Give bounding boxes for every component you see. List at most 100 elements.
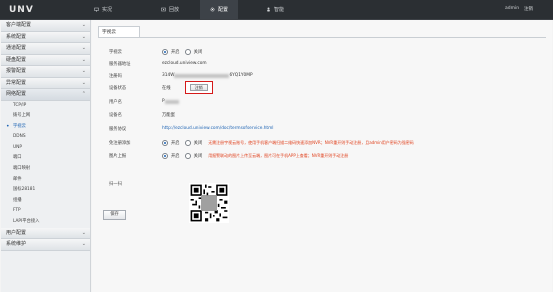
user-name: admin — [505, 6, 520, 11]
sidebar-group-client[interactable]: 客户端配置 ⌄ — [1, 20, 90, 32]
protocol-label: 服务协议 — [109, 126, 127, 132]
sidebar-group-label: 报警配置 — [6, 68, 27, 74]
nav-live[interactable]: 实况 — [94, 0, 112, 19]
chevron-down-icon: ⌄ — [81, 45, 86, 51]
nav-config[interactable]: 配置 — [200, 0, 239, 19]
user-label: 用户名 — [109, 99, 122, 105]
regcode-row: 注册码 314W 6YQ1Y0MP — [109, 71, 253, 80]
qr-code-image — [189, 183, 229, 223]
free-add-off-radio[interactable] — [184, 139, 191, 146]
regcode-prefix: 314W — [162, 73, 175, 78]
chevron-down-icon: ⌄ — [81, 229, 86, 236]
unregister-button[interactable]: 注销 — [189, 83, 208, 92]
image-upload-on-label: 开启 — [171, 153, 180, 159]
sidebar: 客户端配置 ⌄ 系统配置 ⌄ 通道配置 ⌄ 硬盘配置 ⌄ 报警配置 ⌄ 异常配置 ⌄ 网络配… — [1, 20, 91, 292]
regcode-blur — [174, 73, 230, 78]
server-label: 服务器地址 — [109, 61, 131, 67]
sidebar-item-ddns[interactable]: DDNS — [1, 132, 90, 143]
user-blur — [164, 99, 179, 104]
sidebar-item-lapi[interactable]: LAPI平台接入 — [1, 217, 90, 228]
sidebar-group-label: 通道配置 — [6, 45, 27, 51]
sidebar-item-tcpip[interactable]: TCP/IP — [1, 101, 90, 112]
protocol-link[interactable]: http://ezcloud.uniview.com/doc/termsofse… — [162, 126, 274, 131]
main-panel: 宇视云 宇视云 开启 关闭 服务器地址 ezcloud.uniview.com … — [92, 20, 552, 292]
chevron-down-icon: ⌄ — [81, 68, 86, 74]
cloud-on-radio[interactable] — [162, 48, 168, 55]
sidebar-item-cloud[interactable]: • 宇视云 — [1, 122, 90, 133]
sidebar-group-user[interactable]: 用户配置 ⌄ — [1, 227, 90, 240]
sidebar-item-multicast[interactable]: 组播 — [1, 196, 90, 207]
devname-row: 设备名 万能蛋 — [109, 110, 175, 119]
sidebar-item-ftp[interactable]: FTP — [1, 206, 90, 217]
save-button[interactable]: 保存 — [103, 210, 126, 220]
sidebar-group-label: 异常配置 — [6, 79, 27, 86]
server-row: 服务器地址 ezcloud.uniview.com — [109, 59, 207, 68]
sidebar-group-label: 客户端配置 — [6, 22, 32, 28]
nav-live-label: 实况 — [102, 7, 113, 13]
gear-icon — [210, 7, 215, 12]
cloud-toggle-row: 宇视云 开启 关闭 — [109, 47, 202, 56]
sidebar-group-system[interactable]: 系统配置 ⌄ — [1, 31, 90, 43]
sidebar-item-label: 宇视云 — [13, 123, 26, 129]
logout-link[interactable]: 注销 — [524, 6, 533, 12]
cloud-off-radio[interactable] — [184, 48, 191, 55]
sidebar-group-alarm[interactable]: 报警配置 ⌄ — [1, 66, 90, 78]
protocol-row: 服务协议 http://ezcloud.uniview.com/doc/term… — [109, 124, 274, 133]
unregister-highlight: 注销 — [184, 81, 213, 94]
playback-icon — [161, 7, 166, 12]
status-row: 设备状态 在线 注销 — [109, 81, 213, 94]
sidebar-item-gb28181[interactable]: 国标28181 — [1, 185, 90, 196]
status-value: 在线 — [162, 85, 171, 91]
image-upload-label: 图片上报 — [109, 153, 127, 159]
chevron-up-icon: ⌃ — [81, 91, 86, 97]
nav-smart-label: 智能 — [274, 7, 285, 13]
image-upload-off-radio[interactable] — [184, 152, 191, 159]
status-label: 设备状态 — [109, 85, 127, 91]
regcode-label: 注册码 — [109, 73, 122, 79]
free-add-note: 无需注册宇视云账号，使用手机客户端扫描二维码快速添加NVR；NVR重开则手动注册… — [208, 139, 414, 145]
sidebar-item-port-mapping[interactable]: 端口映射 — [1, 164, 90, 175]
devname-value: 万能蛋 — [162, 112, 175, 118]
sidebar-item-port[interactable]: 端口 — [1, 153, 90, 164]
chevron-down-icon: ⌄ — [81, 33, 86, 40]
nav-playback-label: 回放 — [169, 7, 180, 13]
free-add-on-label: 开启 — [171, 140, 180, 146]
nav-smart[interactable]: 智能 — [266, 0, 284, 19]
tab-divider — [98, 37, 546, 38]
image-upload-row: 图片上报 开启 关闭 用报警联动的图片上传至云端，图片可在手机APP上查看；NV… — [109, 151, 348, 160]
server-value: ezcloud.uniview.com — [162, 61, 207, 66]
devname-label: 设备名 — [109, 112, 122, 118]
free-add-row: 免注册添加 开启 关闭 无需注册宇视云账号，使用手机客户端扫描二维码快速添加NV… — [109, 138, 414, 147]
chevron-down-icon: ⌄ — [81, 56, 86, 63]
sidebar-item-unp[interactable]: UNP — [1, 143, 90, 154]
image-upload-note: 用报警联动的图片上传至云端，图片可在手机APP上查看；NVR重开则手动注册 — [208, 152, 349, 158]
user-row: 用户名 P — [109, 97, 179, 106]
nav-playback[interactable]: 回放 — [161, 0, 179, 19]
sidebar-group-label: 用户配置 — [6, 229, 27, 236]
bullet-icon: • — [6, 122, 10, 130]
sidebar-group-disk[interactable]: 硬盘配置 ⌄ — [1, 54, 90, 66]
brand-logo: UNV — [9, 5, 34, 15]
image-upload-on-radio[interactable] — [162, 152, 168, 159]
sidebar-group-network[interactable]: 网络配置 ⌃ — [1, 89, 90, 101]
sidebar-group-exception[interactable]: 异常配置 ⌄ — [1, 77, 90, 89]
cloud-on-label: 开启 — [171, 49, 180, 55]
scan-label: 扫一扫 — [109, 181, 122, 187]
scan-row: 扫一扫 — [109, 179, 162, 188]
sidebar-group-maintenance[interactable]: 系统维护 ⌄ — [1, 239, 90, 251]
image-upload-off-label: 关闭 — [193, 153, 203, 159]
regcode-suffix: 6YQ1Y0MP — [229, 73, 253, 78]
cloud-off-label: 关闭 — [193, 49, 203, 55]
cloud-label: 宇视云 — [109, 49, 122, 55]
nav-config-label: 配置 — [218, 7, 229, 13]
sidebar-group-label: 硬盘配置 — [6, 56, 27, 63]
sidebar-item-dialup[interactable]: 拨号上网 — [1, 111, 90, 122]
chevron-down-icon: ⌄ — [81, 241, 86, 248]
sidebar-item-email[interactable]: 邮件 — [1, 175, 90, 186]
free-add-off-label: 关闭 — [193, 140, 203, 146]
sidebar-group-channel[interactable]: 通道配置 ⌄ — [1, 43, 90, 55]
free-add-label: 免注册添加 — [109, 140, 131, 146]
free-add-on-radio[interactable] — [162, 139, 168, 146]
sidebar-group-label: 网络配置 — [6, 91, 27, 97]
chevron-down-icon: ⌄ — [81, 22, 86, 28]
